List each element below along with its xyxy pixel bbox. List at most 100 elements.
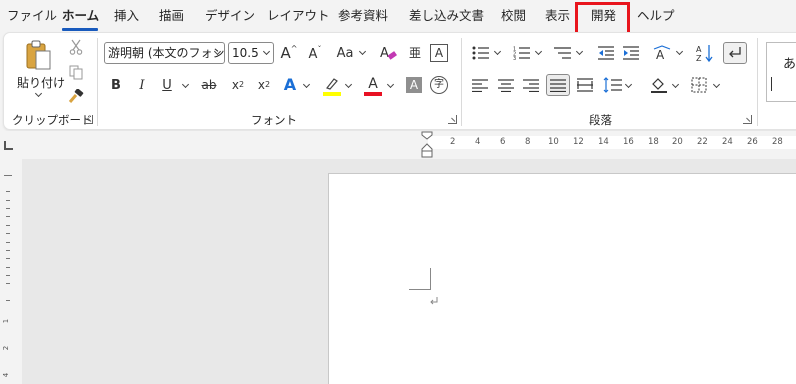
- clipboard-group-label: クリップボード: [12, 113, 93, 127]
- paragraph-dialog-launcher[interactable]: [743, 115, 752, 124]
- active-tab-indicator: [62, 28, 98, 31]
- multilevel-list-button[interactable]: [553, 45, 573, 61]
- character-border-icon: A: [434, 46, 444, 60]
- font-name-combo[interactable]: 游明朝 (本文のフォン: [104, 42, 225, 64]
- style-preview-mark: [771, 77, 772, 91]
- svg-text:3: 3: [513, 56, 516, 60]
- multilevel-list-icon: [554, 47, 571, 59]
- tab-help[interactable]: ヘルプ: [637, 7, 675, 25]
- character-shading-icon: A: [409, 78, 419, 92]
- paste-button[interactable]: [22, 38, 54, 72]
- character-shading-button[interactable]: A: [406, 77, 422, 93]
- distributed-button[interactable]: [576, 77, 594, 93]
- show-formatting-marks-button[interactable]: [723, 42, 747, 64]
- paragraph-return-icon: [430, 297, 438, 305]
- tab-view[interactable]: 表示: [545, 7, 570, 25]
- ruby-icon: 亜: [408, 46, 421, 60]
- align-right-icon: [523, 78, 539, 92]
- underline-button[interactable]: U: [158, 76, 176, 94]
- font-size-combo[interactable]: 10.5: [228, 42, 274, 64]
- line-spacing-button[interactable]: [603, 76, 623, 94]
- paint-bucket-icon: [651, 78, 667, 93]
- strikethrough-icon: ab: [201, 78, 217, 92]
- tab-mailings[interactable]: 差し込み文書: [409, 7, 484, 25]
- styles-gallery[interactable]: あ: [766, 42, 796, 102]
- indent-markers[interactable]: [421, 131, 433, 159]
- strikethrough-button[interactable]: ab: [199, 76, 219, 94]
- sort-icon: A Z: [696, 45, 713, 63]
- enclose-characters-icon: 字: [434, 79, 444, 90]
- tab-home[interactable]: ホーム: [62, 7, 99, 25]
- group-separator: [461, 38, 462, 126]
- format-painter-button[interactable]: [66, 88, 86, 106]
- subscript-button[interactable]: x2: [229, 76, 247, 94]
- superscript-button[interactable]: x2: [255, 76, 273, 94]
- margin-corner-mark: [409, 289, 431, 290]
- superscript-mark: 2: [265, 80, 271, 89]
- borders-button[interactable]: [690, 77, 708, 93]
- vruler-tick: 1: [2, 318, 11, 324]
- text-effects-icon: A: [283, 75, 297, 94]
- tab-draw[interactable]: 描画: [159, 7, 184, 25]
- text-effects-button[interactable]: A: [280, 75, 300, 95]
- align-center-button[interactable]: [497, 77, 515, 93]
- svg-text:A: A: [696, 45, 702, 54]
- font-size-value: 10.5: [232, 46, 259, 60]
- enclose-characters-button[interactable]: 字: [430, 76, 448, 94]
- vertical-ruler[interactable]: 1 2 4: [2, 159, 14, 384]
- indent-marker-icon: [421, 131, 433, 158]
- justify-button[interactable]: [546, 74, 570, 96]
- horizontal-ruler[interactable]: [428, 136, 796, 149]
- svg-text:Z: Z: [696, 54, 702, 63]
- clipboard-dialog-launcher[interactable]: [84, 115, 93, 124]
- vruler-tick: 4: [2, 372, 11, 378]
- align-left-button[interactable]: [471, 77, 489, 93]
- character-border-button[interactable]: A: [430, 44, 448, 62]
- change-case-button[interactable]: Aa: [333, 44, 357, 62]
- clear-formatting-icon: A: [380, 46, 397, 61]
- numbering-button[interactable]: 1 2 3: [512, 45, 532, 61]
- shrink-font-icon: A: [308, 46, 318, 62]
- decrease-indent-button[interactable]: [597, 45, 615, 61]
- tab-references[interactable]: 参考資料: [338, 7, 388, 25]
- chevron-down-icon: [262, 47, 271, 56]
- tab-design[interactable]: デザイン: [205, 7, 255, 25]
- margin-corner-mark: [430, 268, 431, 290]
- tab-layout[interactable]: レイアウト: [267, 7, 330, 25]
- bullets-button[interactable]: [471, 45, 491, 61]
- italic-button[interactable]: I: [133, 76, 151, 94]
- tab-insert[interactable]: 挿入: [114, 7, 139, 25]
- ruler-tick: 4: [475, 137, 481, 147]
- increase-indent-button[interactable]: [622, 45, 640, 61]
- copy-button[interactable]: [67, 63, 85, 81]
- grow-font-button[interactable]: A ^: [279, 43, 299, 63]
- paste-label[interactable]: 貼り付け: [17, 74, 65, 91]
- asian-layout-button[interactable]: A: [652, 44, 672, 62]
- cut-button[interactable]: [67, 38, 85, 56]
- ruler-tick: 16: [623, 137, 634, 147]
- tab-file[interactable]: ファイル: [7, 7, 57, 25]
- document-page[interactable]: [328, 173, 796, 384]
- align-right-button[interactable]: [522, 77, 540, 93]
- ruler-tick: 12: [573, 137, 584, 147]
- clear-formatting-button[interactable]: A: [378, 43, 398, 63]
- justify-icon: [550, 78, 566, 92]
- font-color-icon: A: [368, 76, 378, 92]
- increase-indent-icon: [623, 46, 639, 60]
- bold-button[interactable]: B: [107, 76, 125, 94]
- shrink-font-button[interactable]: Aˇ: [305, 45, 325, 63]
- font-group-label: フォント: [251, 113, 297, 127]
- scissors-icon: [69, 39, 83, 55]
- ruler-tick: 14: [598, 137, 609, 147]
- tab-selector[interactable]: [4, 141, 13, 150]
- group-separator: [757, 38, 758, 126]
- paragraph-group-label: 段落: [589, 113, 612, 127]
- tab-review[interactable]: 校閲: [501, 7, 526, 25]
- shading-button[interactable]: [649, 76, 669, 94]
- font-color-button[interactable]: A: [364, 75, 382, 93]
- highlight-color-button[interactable]: [322, 75, 342, 93]
- ruby-button[interactable]: 亜: [405, 43, 425, 63]
- sort-button[interactable]: A Z: [695, 43, 715, 63]
- change-case-icon: Aa: [336, 45, 354, 61]
- font-dialog-launcher[interactable]: [448, 115, 457, 124]
